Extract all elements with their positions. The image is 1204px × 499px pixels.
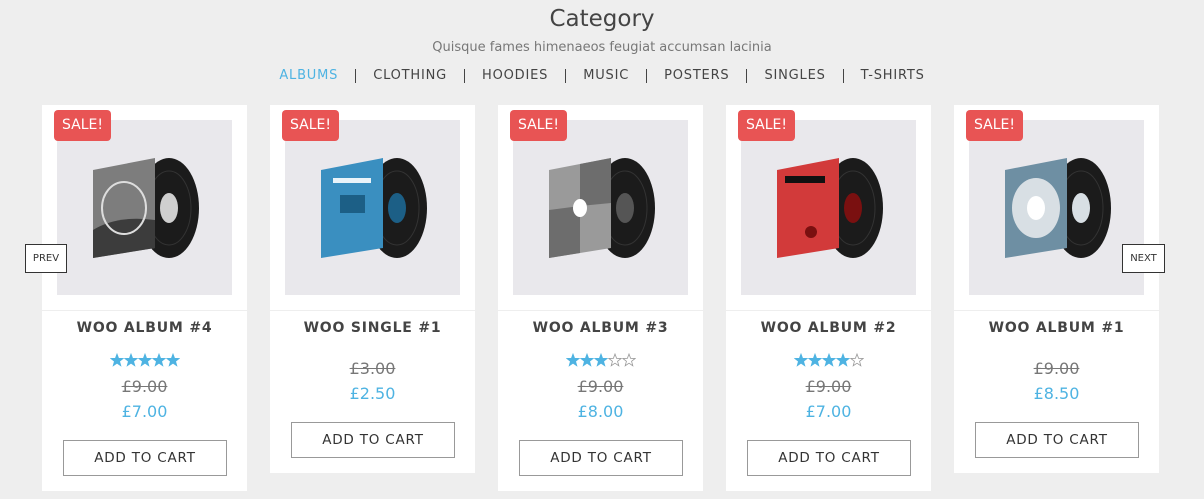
star-filled-icon: [123, 352, 138, 367]
star-rating-icons: [565, 352, 636, 367]
star-filled-icon: [151, 352, 166, 367]
star-rating-icons: [793, 352, 864, 367]
product-image[interactable]: [513, 120, 688, 295]
star-filled-icon: [593, 352, 608, 367]
original-price: £9.00: [577, 377, 624, 396]
original-price: £3.00: [349, 359, 396, 378]
vinyl-album-image: [549, 158, 655, 258]
product-name[interactable]: WOO ALBUM #4: [42, 320, 247, 336]
carousel-prev-button[interactable]: PREV: [25, 244, 67, 273]
product-image[interactable]: [969, 120, 1144, 295]
vinyl-album-image: [1005, 158, 1111, 258]
star-rating-icons: [109, 352, 180, 367]
add-to-cart-button[interactable]: ADD TO CART: [291, 422, 455, 458]
sale-badge: SALE!: [282, 110, 339, 141]
sale-badge: SALE!: [54, 110, 111, 141]
section-title: Category: [549, 6, 655, 32]
sale-price: £7.00: [121, 402, 168, 421]
add-to-cart-button[interactable]: ADD TO CART: [747, 440, 911, 476]
add-to-cart-button[interactable]: ADD TO CART: [63, 440, 227, 476]
star-empty-icon: [607, 352, 622, 367]
carousel-next-button[interactable]: NEXT: [1122, 244, 1165, 273]
category-tab-singles[interactable]: SINGLES: [746, 69, 842, 83]
star-empty-icon: [849, 352, 864, 367]
product-image[interactable]: [741, 120, 916, 295]
product-card: SALE! WOO ALBUM #4 £9.00 £7.00 ADD TO CA…: [42, 105, 247, 491]
product-card: SALE! WOO ALBUM #1 £9.00 £8.50 ADD TO CA…: [954, 105, 1159, 473]
original-price: £9.00: [1033, 359, 1080, 378]
star-rating: [726, 352, 931, 367]
star-filled-icon: [109, 352, 124, 367]
sale-price: £2.50: [349, 384, 396, 403]
category-tab-hoodies[interactable]: HOODIES: [464, 69, 565, 83]
sale-badge: SALE!: [510, 110, 567, 141]
add-to-cart-button[interactable]: ADD TO CART: [519, 440, 683, 476]
divider: [270, 310, 475, 311]
product-card: SALE! WOO ALBUM #3 £9.00 £8.00 ADD TO CA…: [498, 105, 703, 491]
vinyl-album-image: [93, 158, 199, 258]
vinyl-album-image: [321, 158, 427, 258]
star-filled-icon: [821, 352, 836, 367]
sale-price: £8.50: [1033, 384, 1080, 403]
star-filled-icon: [137, 352, 152, 367]
add-to-cart-button[interactable]: ADD TO CART: [975, 422, 1139, 458]
category-tab-clothing[interactable]: CLOTHING: [355, 69, 464, 83]
star-filled-icon: [579, 352, 594, 367]
sale-badge: SALE!: [738, 110, 795, 141]
category-tab-albums[interactable]: ALBUMS: [262, 69, 355, 83]
star-rating: [498, 352, 703, 367]
category-tab-t-shirts[interactable]: T-SHIRTS: [842, 69, 942, 83]
sale-price: £8.00: [577, 402, 624, 421]
star-rating: [42, 352, 247, 367]
star-filled-icon: [807, 352, 822, 367]
original-price: £9.00: [805, 377, 852, 396]
category-filter-nav: ALBUMS CLOTHING HOODIES MUSIC POSTERS SI…: [0, 69, 1204, 83]
sale-badge: SALE!: [966, 110, 1023, 141]
product-name[interactable]: WOO ALBUM #1: [954, 320, 1159, 336]
product-card: SALE! WOO SINGLE #1 £3.00 £2.50 ADD TO C…: [270, 105, 475, 473]
star-filled-icon: [165, 352, 180, 367]
product-name[interactable]: WOO ALBUM #2: [726, 320, 931, 336]
product-name[interactable]: WOO SINGLE #1: [270, 320, 475, 336]
star-empty-icon: [621, 352, 636, 367]
product-card: SALE! WOO ALBUM #2 £9.00 £7.00 ADD TO CA…: [726, 105, 931, 491]
category-tab-music[interactable]: MUSIC: [565, 69, 646, 83]
section-subtitle: Quisque fames himenaeos feugiat accumsan…: [432, 40, 772, 55]
divider: [726, 310, 931, 311]
product-image[interactable]: [57, 120, 232, 295]
divider: [954, 310, 1159, 311]
star-filled-icon: [793, 352, 808, 367]
star-filled-icon: [565, 352, 580, 367]
star-filled-icon: [835, 352, 850, 367]
original-price: £9.00: [121, 377, 168, 396]
vinyl-album-image: [777, 158, 883, 258]
product-image[interactable]: [285, 120, 460, 295]
product-name[interactable]: WOO ALBUM #3: [498, 320, 703, 336]
category-tab-posters[interactable]: POSTERS: [646, 69, 746, 83]
sale-price: £7.00: [805, 402, 852, 421]
divider: [498, 310, 703, 311]
divider: [42, 310, 247, 311]
